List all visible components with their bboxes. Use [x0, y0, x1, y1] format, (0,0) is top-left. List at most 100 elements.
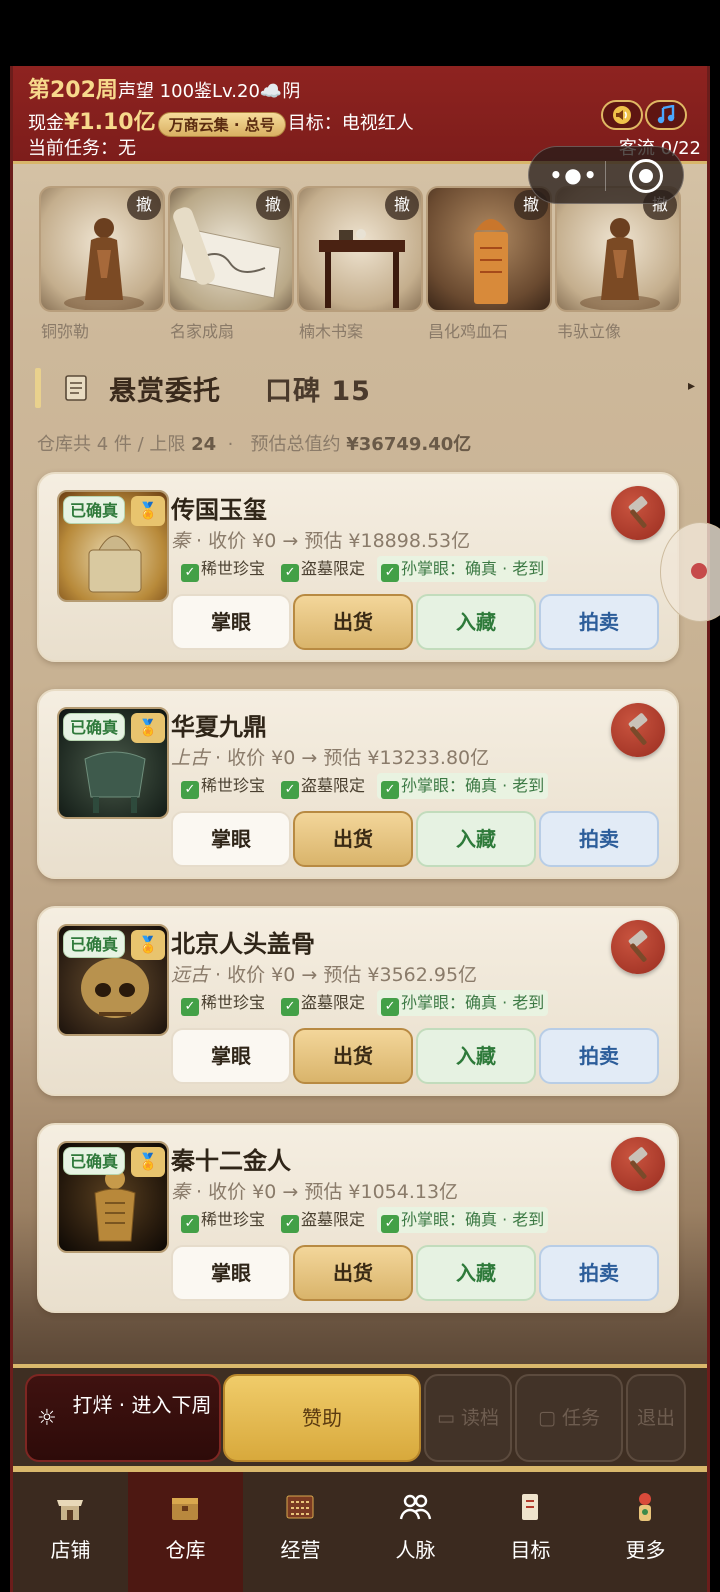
- cancel-display-button[interactable]: 撤: [385, 190, 419, 220]
- tab-warehouse[interactable]: 仓库: [128, 1472, 243, 1592]
- item-era: 上古: [171, 747, 210, 769]
- auction-hammer-button[interactable]: [611, 1137, 665, 1191]
- shelf-item[interactable]: 撤 名家成扇: [168, 186, 294, 342]
- cash-label: 现金: [28, 113, 64, 134]
- next-week-button[interactable]: ☼ 打烊 · 进入下周: [25, 1374, 221, 1462]
- check-icon: ✓: [281, 998, 300, 1016]
- shelf-item[interactable]: 撤 昌化鸡血石: [426, 186, 552, 342]
- task-button[interactable]: ▢ 任务: [515, 1374, 623, 1462]
- auction-button[interactable]: 拍卖: [539, 811, 659, 867]
- verified-badge: 已确真: [63, 496, 126, 524]
- item-thumbnail[interactable]: 已确真 🏅: [57, 490, 169, 602]
- shop-badge[interactable]: 万商云集 · 总号: [157, 111, 286, 137]
- item-price: · 收价 ¥0 → 预估 ¥13233.80亿: [209, 747, 490, 769]
- check-icon: ✓: [381, 564, 400, 582]
- item-price: · 收价 ¥0 → 预估 ¥18898.53亿: [190, 530, 471, 552]
- cancel-display-button[interactable]: 撤: [127, 190, 161, 220]
- auction-button[interactable]: 拍卖: [539, 1028, 659, 1084]
- music-toggle-button[interactable]: [645, 100, 687, 130]
- item-thumbnail[interactable]: 已确真 🏅: [57, 924, 169, 1036]
- sell-button[interactable]: 出货: [293, 1245, 413, 1301]
- section-title: 悬赏委托: [109, 376, 221, 407]
- tab-more[interactable]: 更多: [588, 1472, 703, 1592]
- expand-arrow-icon[interactable]: ▸: [688, 378, 695, 394]
- stats-mid: · 预估总值约: [216, 434, 347, 455]
- medal-icon: 🏅: [131, 713, 165, 743]
- tab-business[interactable]: 经营: [243, 1472, 358, 1592]
- stats-limit: 24: [191, 434, 217, 455]
- hammer-icon: [628, 713, 648, 745]
- tag: ✓ 盗墓限定: [277, 773, 369, 799]
- side-handle-icon: [691, 563, 707, 579]
- appraise-button[interactable]: 掌眼: [171, 1028, 291, 1084]
- sell-button[interactable]: 出货: [293, 1028, 413, 1084]
- sound-toggle-button[interactable]: [601, 100, 643, 130]
- sell-button[interactable]: 出货: [293, 594, 413, 650]
- tab-label: 目标: [510, 1538, 551, 1562]
- cash-value: ¥1.10亿: [64, 110, 156, 135]
- status-line: 声望 100鉴Lv.20☁️阴: [117, 81, 301, 102]
- scroll-icon: [522, 1494, 538, 1520]
- medal-icon: 🏅: [131, 1147, 165, 1177]
- collect-button[interactable]: 入藏: [416, 1245, 536, 1301]
- auction-hammer-button[interactable]: [611, 920, 665, 974]
- item-tags: ✓ 稀世珍宝 ✓ 盗墓限定 ✓ 孙掌眼：确真 · 老到: [177, 1207, 556, 1233]
- auction-hammer-button[interactable]: [611, 486, 665, 540]
- sell-button[interactable]: 出货: [293, 811, 413, 867]
- tab-contacts[interactable]: 人脉: [358, 1472, 473, 1592]
- item-tags: ✓ 稀世珍宝 ✓ 盗墓限定 ✓ 孙掌眼：确真 · 老到: [177, 556, 556, 582]
- appraiser-tag: ✓ 孙掌眼：确真 · 老到: [377, 556, 549, 582]
- item-thumbnail[interactable]: 已确真 🏅: [57, 1141, 169, 1253]
- item-card: 已确真 🏅 华夏九鼎 上古 · 收价 ¥0 → 预估 ¥13233.80亿 ✓ 稀…: [37, 689, 679, 879]
- check-icon: ✓: [181, 781, 199, 799]
- check-icon: ✓: [181, 564, 199, 582]
- action-bar: ☼ 打烊 · 进入下周 赞助 ▭ 读档 ▢ 任务 退出: [13, 1368, 707, 1466]
- week-line: 第202周声望 100鉴Lv.20☁️阴: [28, 72, 300, 104]
- cancel-display-button[interactable]: 撤: [256, 190, 290, 220]
- tag: ✓ 盗墓限定: [277, 1207, 369, 1233]
- shelf-item[interactable]: 撤 铜弥勒: [39, 186, 165, 342]
- auction-button[interactable]: 拍卖: [539, 1245, 659, 1301]
- speaker-icon: [613, 106, 631, 124]
- sponsor-button[interactable]: 赞助: [223, 1374, 421, 1462]
- shelf-thumbnail: 撤: [297, 186, 423, 312]
- tab-goals[interactable]: 目标: [473, 1472, 588, 1592]
- tab-label: 经营: [280, 1538, 321, 1562]
- task-label: 任务: [561, 1407, 600, 1429]
- bounty-section-header[interactable]: 悬赏委托 口碑 15 ▸: [35, 366, 695, 410]
- appraise-button[interactable]: 掌眼: [171, 811, 291, 867]
- close-miniprogram-icon[interactable]: [629, 159, 663, 193]
- tag: ✓ 盗墓限定: [277, 556, 369, 582]
- more-menu-icon[interactable]: •●•: [549, 163, 599, 187]
- exit-button[interactable]: 退出: [626, 1374, 686, 1462]
- tag: ✓ 稀世珍宝: [177, 1207, 269, 1233]
- shop-icon: [57, 1500, 83, 1520]
- game-window: 第202周声望 100鉴Lv.20☁️阴 现金¥1.10亿 万商云集 · 总号 目标…: [10, 66, 710, 1592]
- collect-button[interactable]: 入藏: [416, 1028, 536, 1084]
- hammer-icon: [628, 1147, 648, 1179]
- shelf-item-name: 韦驮立像: [557, 322, 622, 341]
- collect-button[interactable]: 入藏: [416, 594, 536, 650]
- appraise-button[interactable]: 掌眼: [171, 1245, 291, 1301]
- tab-shop[interactable]: 店铺: [13, 1472, 128, 1592]
- check-icon: ✓: [181, 998, 199, 1016]
- item-thumbnail[interactable]: 已确真 🏅: [57, 707, 169, 819]
- shelf-item[interactable]: 撤 楠木书案: [297, 186, 423, 342]
- load-save-button[interactable]: ▭ 读档: [424, 1374, 512, 1462]
- auction-hammer-button[interactable]: [611, 703, 665, 757]
- stats-prefix: 仓库共 4 件 / 上限: [37, 434, 192, 455]
- item-price: · 收价 ¥0 → 预估 ¥1054.13亿: [190, 1181, 459, 1203]
- people-icon: [399, 1494, 432, 1520]
- auction-button[interactable]: 拍卖: [539, 594, 659, 650]
- appraise-button[interactable]: 掌眼: [171, 594, 291, 650]
- medal-icon: 🏅: [131, 930, 165, 960]
- task-icon: ▢: [537, 1407, 556, 1429]
- tag: ✓ 稀世珍宝: [177, 990, 269, 1016]
- folder-icon: ▭: [436, 1407, 455, 1429]
- cash-line: 现金¥1.10亿 万商云集 · 总号 目标：电视红人: [28, 104, 414, 137]
- hammer-icon: [628, 930, 648, 962]
- shelf-item-name: 名家成扇: [170, 322, 235, 341]
- collect-button[interactable]: 入藏: [416, 811, 536, 867]
- hammer-icon: [628, 496, 648, 528]
- shelf-item[interactable]: 撤 韦驮立像: [555, 186, 681, 342]
